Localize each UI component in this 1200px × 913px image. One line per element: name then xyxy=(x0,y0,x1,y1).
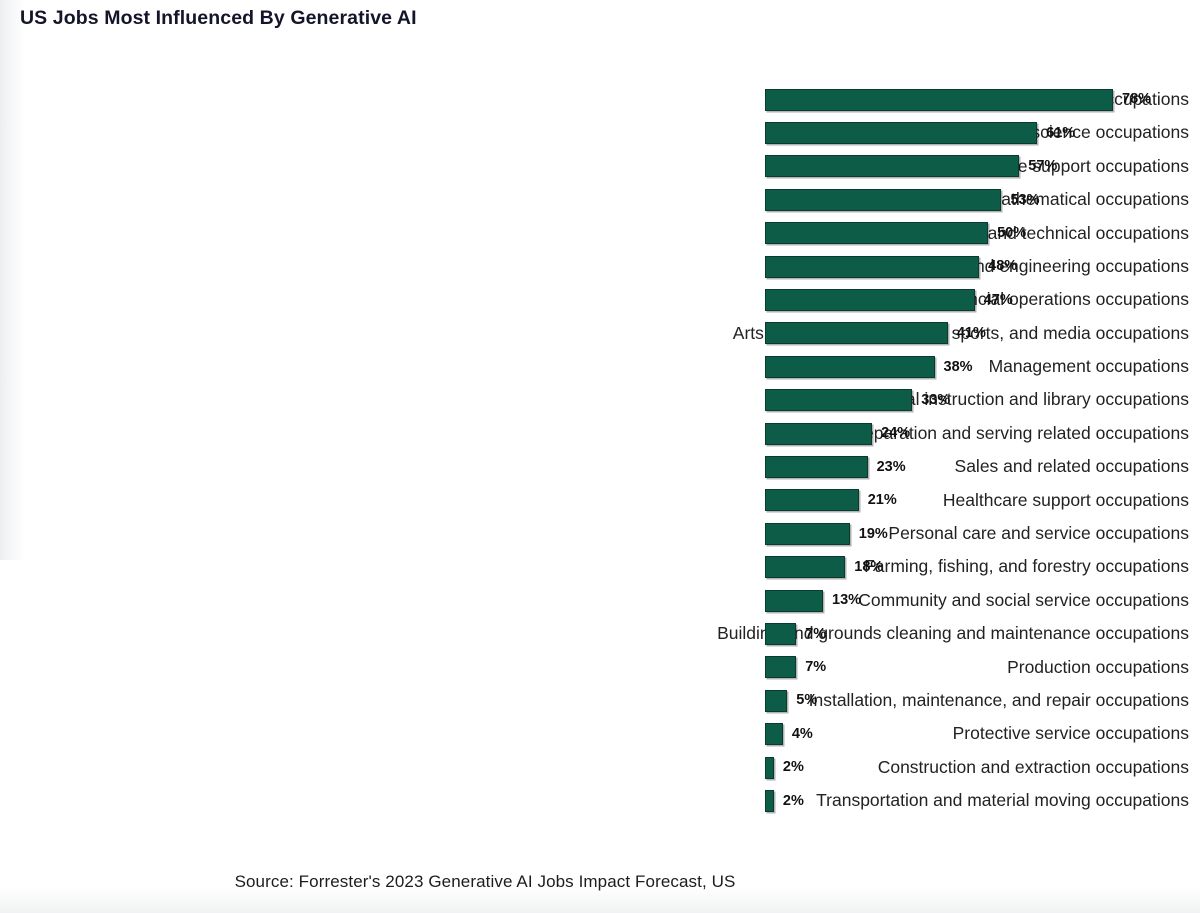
bar-row: Life, physical, and social science occup… xyxy=(0,116,1200,149)
bar-row: Production occupations 7% xyxy=(0,651,1200,684)
bar-value-label: 13% xyxy=(832,592,862,609)
bar-with-value: 7% xyxy=(765,617,826,650)
chart-sheet: US Jobs Most Influenced By Generative AI… xyxy=(0,0,1200,913)
bar-with-value: 47% xyxy=(765,283,1013,316)
bar-with-value: 78% xyxy=(765,83,1151,116)
bar-row: Computer and mathematical occupations 53% xyxy=(0,183,1200,216)
bar xyxy=(765,155,1020,178)
bar-value-label: 4% xyxy=(791,725,813,742)
bar-value-label: 38% xyxy=(943,358,973,375)
bar-value-label: 18% xyxy=(854,558,884,575)
bar-value-label: 24% xyxy=(881,425,911,442)
bar-with-value: 61% xyxy=(765,116,1075,149)
bar-with-value: 41% xyxy=(765,317,986,350)
bar xyxy=(765,222,989,245)
bar xyxy=(765,789,774,812)
bar-category-label: Protective service occupations xyxy=(952,723,1189,744)
bar xyxy=(765,355,935,378)
bar-value-label: 53% xyxy=(1010,191,1040,208)
bar-chart-plot-area: Legal occupations78%Life, physical, and … xyxy=(0,83,1200,818)
bar-value-label: 61% xyxy=(1046,124,1076,141)
bar-value-label: 2% xyxy=(782,759,804,776)
bar-value-label: 2% xyxy=(782,792,804,809)
bar-value-label: 7% xyxy=(805,625,827,642)
bar-row: Construction and extraction occupations 2… xyxy=(0,751,1200,784)
bar-row: Management occupations 38% xyxy=(0,350,1200,383)
bar xyxy=(765,589,823,612)
bar-row: Sales and related occupations 23% xyxy=(0,450,1200,483)
bar xyxy=(765,188,1002,211)
bar xyxy=(765,556,846,579)
bar-row: Community and social service occupations… xyxy=(0,584,1200,617)
bar-row: Food preparation and serving related occ… xyxy=(0,417,1200,450)
bar-row: Personal care and service occupations 19% xyxy=(0,517,1200,550)
bar-category-label: Installation, maintenance, and repair oc… xyxy=(808,689,1189,710)
bar-with-value: 21% xyxy=(765,484,897,517)
bar-with-value: 38% xyxy=(765,350,973,383)
bar-value-label: 78% xyxy=(1122,91,1152,108)
bar xyxy=(765,389,913,412)
bar-with-value: 19% xyxy=(765,517,888,550)
bar-with-value: 13% xyxy=(765,584,861,617)
bar-value-label: 41% xyxy=(956,325,986,342)
bar-value-label: 48% xyxy=(988,258,1018,275)
bar-with-value: 50% xyxy=(765,217,1026,250)
bar xyxy=(765,489,859,512)
bar-row: Business and financial operations occupa… xyxy=(0,283,1200,316)
bar-with-value: 2% xyxy=(765,751,804,784)
bar xyxy=(765,656,797,679)
bar-row: Office and administrative support occupa… xyxy=(0,150,1200,183)
bar xyxy=(765,289,975,312)
bar-value-label: 23% xyxy=(876,458,906,475)
bar-row: Legal occupations 78% xyxy=(0,83,1200,116)
bar xyxy=(765,756,774,779)
bar-with-value: 23% xyxy=(765,450,906,483)
bar xyxy=(765,88,1113,111)
bar xyxy=(765,622,797,645)
bar-with-value: 2% xyxy=(765,784,804,817)
bar-row: Educational instruction and library occu… xyxy=(0,384,1200,417)
bar-with-value: 5% xyxy=(765,684,817,717)
bar-value-label: 21% xyxy=(867,492,897,509)
bar xyxy=(765,122,1038,145)
bar xyxy=(765,322,948,345)
bar-with-value: 18% xyxy=(765,550,883,583)
source-note: Source: Forrester's 2023 Generative AI J… xyxy=(0,872,1200,892)
bar-row: Healthcare practitioners and technical o… xyxy=(0,217,1200,250)
bar-with-value: 53% xyxy=(765,183,1039,216)
bar-value-label: 47% xyxy=(983,291,1013,308)
bar xyxy=(765,689,788,712)
bar-row: Farming, fishing, and forestry occupatio… xyxy=(0,550,1200,583)
bar-with-value: 33% xyxy=(765,384,950,417)
bar-row: Installation, maintenance, and repair oc… xyxy=(0,684,1200,717)
bar-with-value: 48% xyxy=(765,250,1017,283)
bar xyxy=(765,723,783,746)
bar-with-value: 7% xyxy=(765,651,826,684)
bar-category-label: Transportation and material moving occup… xyxy=(816,790,1189,811)
bar-value-label: 57% xyxy=(1028,158,1058,175)
bar-value-label: 33% xyxy=(921,391,951,408)
bar-with-value: 24% xyxy=(765,417,910,450)
bar-category-label: Construction and extraction occupations xyxy=(877,756,1189,777)
bar xyxy=(765,455,868,478)
bar-row: Transportation and material moving occup… xyxy=(0,784,1200,817)
chart-title: US Jobs Most Influenced By Generative AI xyxy=(20,7,417,29)
bar-row: Healthcare support occupations 21% xyxy=(0,484,1200,517)
source-note-text: Source: Forrester's 2023 Generative AI J… xyxy=(234,872,736,891)
bar-row: Architecture and engineering occupations… xyxy=(0,250,1200,283)
bar xyxy=(765,255,980,278)
bar-value-label: 7% xyxy=(805,659,827,676)
bar-row: Protective service occupations 4% xyxy=(0,717,1200,750)
bar xyxy=(765,422,873,445)
bar-with-value: 4% xyxy=(765,717,813,750)
bar xyxy=(765,522,850,545)
bar-value-label: 19% xyxy=(858,525,888,542)
bar-row: Building and grounds cleaning and mainte… xyxy=(0,617,1200,650)
bar-value-label: 50% xyxy=(997,225,1027,241)
bar-with-value: 57% xyxy=(765,150,1057,183)
bar-value-label: 5% xyxy=(796,692,818,709)
bar-row: Arts, design, entertainment, sports, and… xyxy=(0,317,1200,350)
